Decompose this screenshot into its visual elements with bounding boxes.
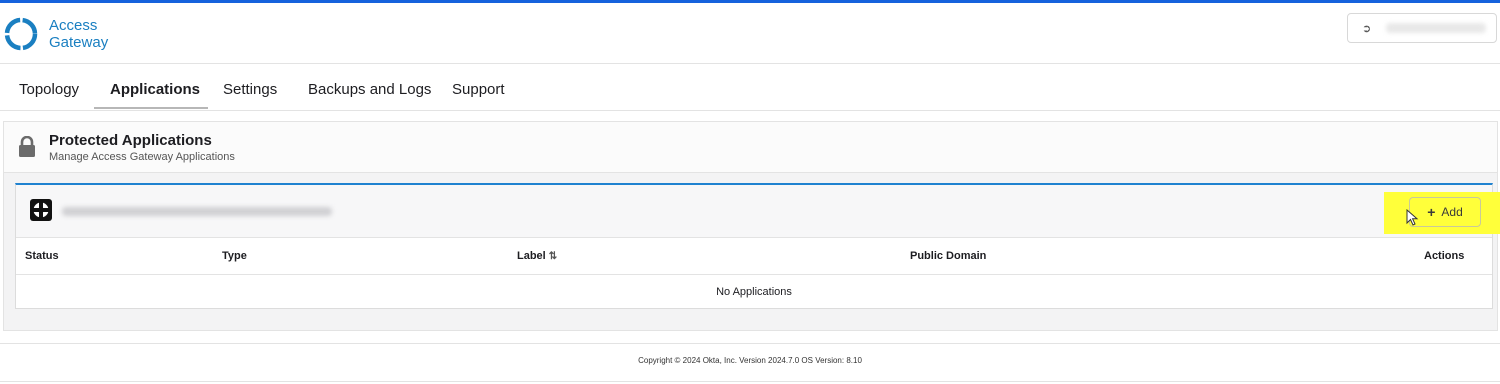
add-button-label: Add xyxy=(1441,205,1463,219)
sort-icon[interactable]: ⇅ xyxy=(549,251,557,262)
user-email-redacted xyxy=(1386,23,1486,33)
sign-out-icon: ➲ xyxy=(1362,22,1372,35)
card-header: + Add xyxy=(16,185,1500,238)
brand-line-2: Gateway xyxy=(49,34,109,51)
active-tab-indicator xyxy=(94,107,208,109)
column-label-text: Label xyxy=(517,250,546,262)
footer-copyright: Copyright © 2024 Okta, Inc. Version 2024… xyxy=(638,356,862,365)
column-public-domain: Public Domain xyxy=(910,250,987,262)
column-type: Type xyxy=(222,250,247,262)
tab-support[interactable]: Support xyxy=(452,64,505,110)
brand-line-1: Access xyxy=(49,17,98,34)
column-actions: Actions xyxy=(1424,250,1465,262)
user-signout-button[interactable]: ➲ xyxy=(1347,13,1497,43)
tab-applications[interactable]: Applications xyxy=(110,64,200,110)
section-subtitle: Manage Access Gateway Applications xyxy=(49,151,235,163)
footer-bottom-divider xyxy=(0,381,1500,382)
tab-topology[interactable]: Topology xyxy=(19,64,79,110)
table-header: Status Type Label ⇅ Public Domain Actions xyxy=(16,237,1492,275)
access-gateway-logo-icon xyxy=(4,17,38,51)
main-content: Protected Applications Manage Access Gat… xyxy=(3,121,1500,331)
app-header: Access Gateway ➲ xyxy=(0,3,1500,64)
footer-divider xyxy=(0,343,1500,344)
section-header: Protected Applications Manage Access Gat… xyxy=(4,122,1497,173)
column-label[interactable]: Label ⇅ xyxy=(517,237,557,274)
gateway-domain-redacted xyxy=(62,207,332,216)
column-status: Status xyxy=(25,250,59,262)
plus-icon: + xyxy=(1427,204,1436,220)
mouse-cursor-icon xyxy=(1406,209,1419,226)
tab-settings[interactable]: Settings xyxy=(223,64,277,110)
applications-card: + Add Status Type Label ⇅ Public Domain A… xyxy=(15,183,1500,309)
brand-name: Access Gateway xyxy=(49,17,108,51)
empty-table-message: No Applications xyxy=(716,286,792,298)
main-tabs: Topology Applications Settings Backups a… xyxy=(0,64,1500,111)
section-title: Protected Applications xyxy=(49,132,212,149)
lock-icon xyxy=(19,136,35,157)
gateway-instance-icon xyxy=(30,199,52,221)
tab-backups-and-logs[interactable]: Backups and Logs xyxy=(308,64,431,110)
